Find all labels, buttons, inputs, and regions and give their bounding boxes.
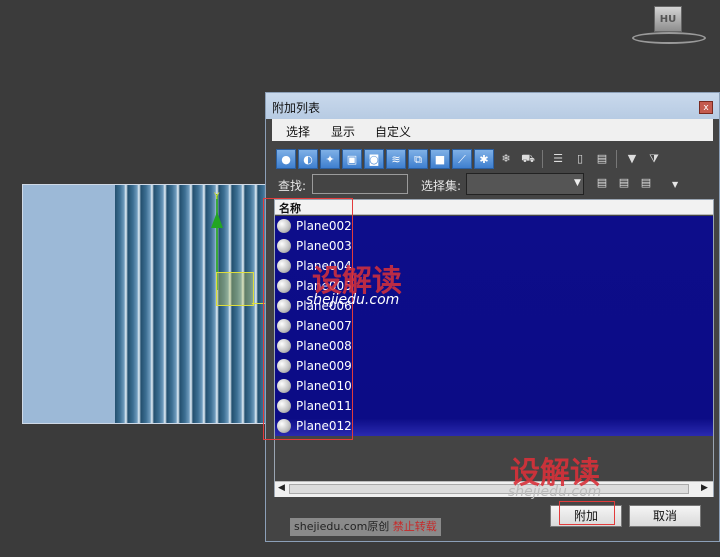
viewcube[interactable]: HU — [632, 4, 706, 44]
dialog-title: 附加列表 — [272, 101, 321, 115]
shape-filter-icon[interactable]: ◐ — [298, 149, 318, 169]
toolbar-separator — [616, 150, 617, 168]
menu-bar: 选择 显示 自定义 — [272, 119, 713, 141]
chevron-down-icon[interactable]: ▼ — [574, 178, 581, 188]
expand-arrow-icon[interactable]: ▼ — [672, 180, 678, 189]
toolbar-separator — [542, 150, 543, 168]
select-all-icon[interactable]: ☰ — [548, 149, 568, 169]
group-filter-icon[interactable]: ⧉ — [408, 149, 428, 169]
xref-filter-icon[interactable]: ■ — [430, 149, 450, 169]
select-invert-icon[interactable]: ▤ — [592, 149, 612, 169]
select-none-icon[interactable]: ▯ — [570, 149, 590, 169]
menu-select[interactable]: 选择 — [286, 123, 310, 140]
light-filter-icon[interactable]: ✦ — [320, 149, 340, 169]
credit-no-repost: 禁止转载 — [392, 520, 437, 533]
find-label: 查找: — [278, 179, 307, 193]
watermark-site: shejiedu.com — [508, 484, 602, 500]
credit-banner: shejiedu.com原创 禁止转载 — [290, 518, 441, 536]
menu-customize[interactable]: 自定义 — [375, 123, 411, 140]
menu-display[interactable]: 显示 — [331, 123, 355, 140]
find-row: 查找: 选择集: ▼ ▤ ▤ ▤ ▼ — [274, 173, 714, 196]
highlight-box-attach — [559, 501, 615, 525]
viewcube-ring[interactable] — [632, 32, 706, 44]
watermark-site: shejiedu.com — [306, 292, 400, 308]
highlight-box-list — [263, 198, 353, 440]
spacewarp-filter-icon[interactable]: ≋ — [386, 149, 406, 169]
find-input[interactable] — [312, 174, 408, 194]
gizmo-y-label: Y — [214, 192, 220, 202]
viewcube-home-icon[interactable]: HU — [654, 6, 682, 32]
gizmo-plane-handle[interactable] — [216, 272, 254, 306]
container-filter-icon[interactable]: ✱ — [474, 149, 494, 169]
cancel-button[interactable]: 取消 — [629, 505, 701, 527]
filter-toolbar: ● ◐ ✦ ▣ ◙ ≋ ⧉ ■ ⟋ ✱ ❄ ⛟ ☰ ▯ ▤ ▼ ⧩ — [274, 148, 714, 172]
gizmo-y-arrow-icon[interactable] — [211, 212, 223, 228]
scroll-left-icon[interactable]: ◀ — [278, 483, 285, 493]
credit-original: 原创 — [367, 520, 390, 533]
set-remove-icon[interactable]: ▤ — [636, 173, 656, 193]
credit-site: shejiedu.com — [294, 520, 368, 533]
dialog-titlebar[interactable]: 附加列表 x — [266, 93, 719, 119]
filter-icon[interactable]: ▼ — [622, 149, 642, 169]
set-add-icon[interactable]: ▤ — [614, 173, 634, 193]
horizontal-scrollbar[interactable]: ◀ ▶ — [275, 481, 713, 497]
helper-filter-icon[interactable]: ◙ — [364, 149, 384, 169]
selection-set-dropdown[interactable] — [466, 173, 584, 195]
frozen-filter-icon[interactable]: ❄ — [496, 149, 516, 169]
bone-filter-icon[interactable]: ⟋ — [452, 149, 472, 169]
selection-set-label: 选择集: — [421, 179, 462, 193]
scroll-thumb[interactable] — [289, 484, 689, 494]
camera-filter-icon[interactable]: ▣ — [342, 149, 362, 169]
hidden-filter-icon[interactable]: ⛟ — [518, 149, 538, 169]
close-button[interactable]: x — [699, 101, 713, 114]
scroll-right-icon[interactable]: ▶ — [701, 483, 708, 493]
filter-options-icon[interactable]: ⧩ — [644, 149, 664, 169]
geometry-filter-icon[interactable]: ● — [276, 149, 296, 169]
set-edit-icon[interactable]: ▤ — [592, 173, 612, 193]
